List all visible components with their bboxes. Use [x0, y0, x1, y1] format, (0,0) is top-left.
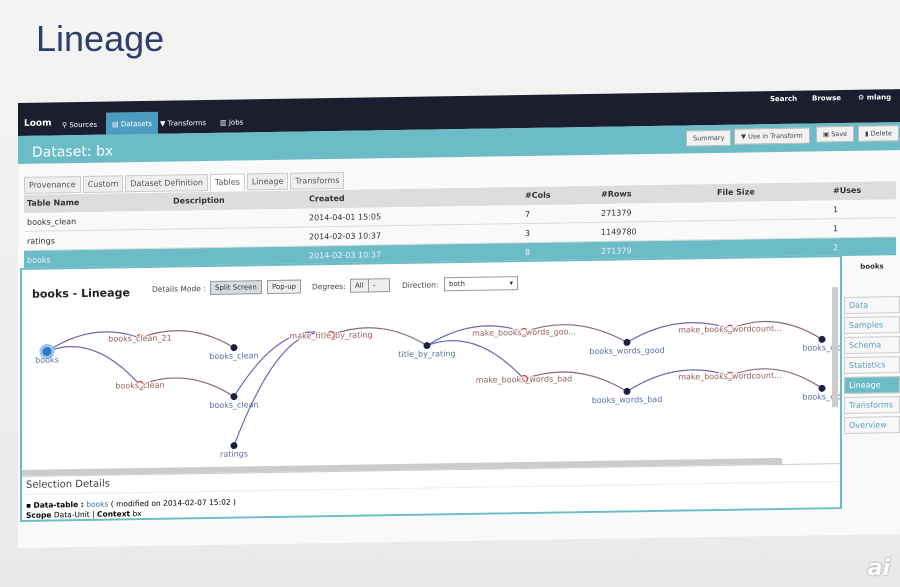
table-cell: 1149780 — [598, 220, 714, 242]
scope-label: Scope — [26, 510, 52, 520]
lineage-node-label[interactable]: books_words_good — [589, 346, 664, 356]
lineage-panel: books - Lineage Details Mode : Split Scr… — [20, 255, 842, 522]
nav-label: Datasets — [120, 119, 152, 129]
side-header: books — [860, 262, 884, 271]
lineage-node-data[interactable] — [818, 335, 826, 343]
lineage-node-data[interactable] — [423, 342, 431, 350]
nav-label: Jobs — [228, 118, 244, 127]
brand-logo[interactable]: Loom — [24, 118, 51, 128]
selection-link[interactable]: books — [86, 500, 108, 509]
table-cell: 3 — [522, 222, 598, 243]
loom-app: Loom ⚲ Sources ▤ Datasets ▼ Transforms ▥… — [18, 89, 900, 548]
lineage-node-label[interactable]: ratings — [220, 449, 248, 458]
nav-jobs[interactable]: ▥ Jobs — [214, 114, 249, 131]
lineage-node-label[interactable]: books_clean — [114, 380, 165, 392]
lineage-node-label[interactable]: make_books_wordcount... — [677, 370, 782, 383]
save-button[interactable]: ▣ Save — [816, 125, 855, 143]
lineage-node-label[interactable]: books_clean — [209, 400, 258, 410]
lineage-node-label[interactable]: books_clean — [209, 351, 258, 361]
nav-sources[interactable]: ⚲ Sources — [56, 117, 103, 134]
button-label: Delete — [870, 129, 893, 138]
tab-transforms[interactable]: Transforms — [290, 171, 345, 190]
user-name: mlang — [866, 93, 892, 102]
side-item-schema[interactable]: Schema — [844, 336, 900, 355]
side-menu: books Data Samples Schema Statistics Lineage… — [844, 254, 900, 437]
lineage-node-data[interactable] — [230, 393, 238, 401]
lineage-edge — [233, 331, 332, 397]
nav-label: Transforms — [167, 119, 207, 128]
lineage-node-label[interactable]: books — [35, 355, 59, 364]
table-cell — [170, 226, 306, 249]
table-cell: 1 — [830, 217, 896, 238]
dataset-title: Dataset: bx — [32, 143, 114, 161]
nav-transforms[interactable]: ▼ Transforms — [154, 115, 212, 132]
table-cell: 2 — [830, 236, 896, 257]
lineage-node-label[interactable]: books_clean_21 — [107, 333, 172, 345]
nav-user[interactable]: ⚙ mlang — [858, 93, 891, 102]
lineage-node-data[interactable] — [623, 338, 631, 346]
table-cell — [714, 218, 830, 240]
side-item-transforms[interactable]: Transforms — [844, 396, 900, 415]
slide-title: Lineage — [36, 18, 165, 59]
selection-kind: Data-table : — [33, 499, 84, 510]
nav-label: Sources — [69, 120, 98, 130]
side-item-data[interactable]: Data — [844, 296, 900, 315]
lineage-node-label[interactable]: title_by_rating — [398, 349, 455, 359]
tab-custom[interactable]: Custom — [82, 175, 124, 193]
context-value: bx — [132, 509, 142, 519]
side-item-overview[interactable]: Overview — [844, 416, 900, 435]
lineage-graph[interactable]: books books_clean_21 books_clean books_clea… — [22, 257, 840, 470]
table-cell: 7 — [522, 203, 598, 224]
lineage-node-label[interactable]: make_title_by_rating — [288, 329, 373, 341]
table-cell — [714, 199, 830, 221]
summary-button[interactable]: Summary — [686, 129, 732, 147]
lineage-node-data[interactable] — [623, 387, 631, 395]
col-file-size[interactable]: File Size — [714, 182, 830, 202]
delete-button[interactable]: ▮ Delete — [858, 125, 900, 142]
tab-provenance[interactable]: Provenance — [24, 176, 81, 194]
lineage-node-label[interactable]: make_books_words_goo... — [471, 326, 577, 339]
col-description[interactable]: Description — [170, 190, 306, 211]
table-cell: 1 — [830, 198, 896, 219]
col-cols[interactable]: #Cols — [522, 185, 598, 205]
table-cell — [170, 207, 306, 230]
table-cell: books_clean — [24, 210, 170, 232]
col-rows[interactable]: #Rows — [598, 184, 714, 204]
lineage-node-data[interactable] — [230, 442, 238, 450]
tab-tables[interactable]: Tables — [209, 173, 245, 191]
nav-browse[interactable]: Browse — [812, 94, 841, 102]
button-label: Use in Transform — [748, 131, 803, 141]
lineage-node-label[interactable]: make_books_wordcount... — [677, 323, 782, 336]
vertical-scrollbar[interactable] — [832, 287, 838, 408]
tab-dataset-definition[interactable]: Dataset Definition — [125, 174, 208, 193]
lineage-node-label[interactable]: make_books_words_bad — [475, 373, 574, 386]
side-item-samples[interactable]: Samples — [844, 316, 900, 335]
lineage-node-data[interactable] — [230, 344, 238, 352]
nav-search[interactable]: Search — [770, 95, 797, 103]
lineage-node-data[interactable] — [818, 384, 826, 392]
table-cell: ratings — [24, 229, 170, 251]
side-item-statistics[interactable]: Statistics — [844, 356, 900, 375]
watermark-logo: ai — [867, 556, 890, 581]
scope-value: Data-Unit | — [53, 509, 95, 520]
use-in-transform-button[interactable]: ▼ Use in Transform — [734, 127, 810, 145]
lineage-node-label[interactable]: books_words_bad — [592, 395, 663, 405]
context-label: Context — [97, 509, 131, 519]
table-cell: 271379 — [598, 201, 714, 223]
nav-datasets[interactable]: ▤ Datasets — [106, 111, 158, 137]
lineage-edge — [233, 332, 332, 446]
button-label: Save — [831, 129, 848, 139]
tab-lineage[interactable]: Lineage — [246, 172, 289, 191]
col-table-name[interactable]: Table Name — [24, 192, 170, 213]
col-uses[interactable]: #Uses — [830, 181, 896, 200]
side-item-lineage[interactable]: Lineage — [844, 376, 900, 395]
